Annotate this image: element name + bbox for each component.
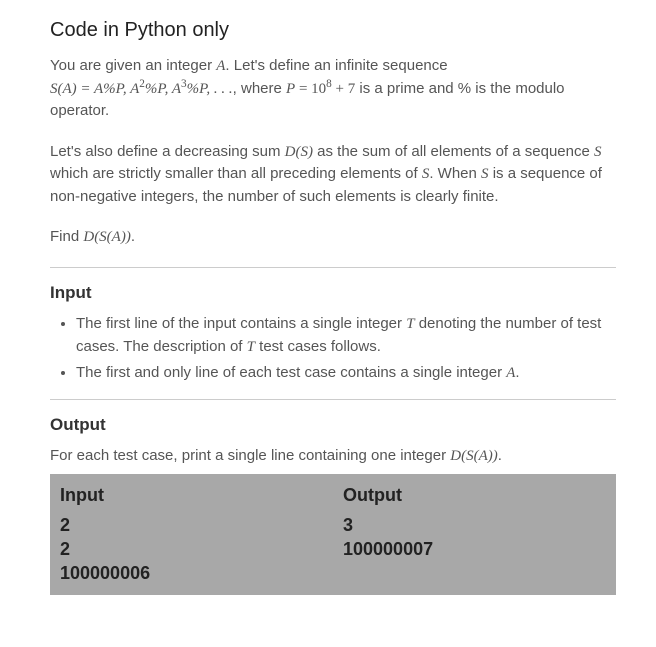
eq: = 10 — [295, 81, 326, 97]
text: which are strictly smaller than all prec… — [50, 165, 422, 182]
sample-io-block: Input 2 2 100000006 Output 3 100000007 — [50, 474, 616, 596]
sample-input-line: 2 — [60, 537, 323, 561]
seq-term: %P, . . . — [187, 81, 233, 97]
seq-term: A%P, A — [94, 81, 139, 97]
text: For each test case, print a single line … — [50, 447, 450, 464]
var-DSA: D(S(A)) — [83, 229, 130, 245]
seq-lhs: S(A) = — [50, 81, 94, 97]
text: test cases follows. — [255, 338, 381, 355]
seq-term: %P, A — [145, 81, 181, 97]
var-S: S — [594, 144, 602, 160]
plus7: + 7 — [332, 81, 355, 97]
page-title: Code in Python only — [50, 15, 616, 45]
text: as the sum of all elements of a sequence — [313, 143, 594, 160]
text: . Let's define an infinite sequence — [225, 57, 447, 74]
divider — [50, 267, 616, 268]
sample-output-line: 3 — [343, 513, 606, 537]
dot: . — [131, 228, 135, 245]
var-P: P — [286, 81, 295, 97]
definition-paragraph: Let's also define a decreasing sum D(S) … — [50, 141, 616, 209]
divider — [50, 399, 616, 400]
text: , where — [233, 80, 286, 97]
text: You are given an integer — [50, 57, 216, 74]
text: Find — [50, 228, 83, 245]
var-DSA: D(S(A)) — [450, 448, 497, 464]
sample-input-line: 100000006 — [60, 561, 323, 585]
list-item: The first line of the input contains a s… — [76, 313, 616, 358]
text: Let's also define a decreasing sum — [50, 143, 285, 160]
input-heading: Input — [50, 280, 616, 306]
var-S: S — [481, 166, 489, 182]
var-T: T — [406, 316, 414, 332]
find-paragraph: Find D(S(A)). — [50, 226, 616, 249]
output-paragraph: For each test case, print a single line … — [50, 445, 616, 468]
sample-output-line: 100000007 — [343, 537, 606, 561]
var-DS: D(S) — [285, 144, 313, 160]
sample-input-column: Input 2 2 100000006 — [50, 474, 333, 596]
sample-input-label: Input — [60, 482, 323, 509]
text: The first and only line of each test cas… — [76, 364, 506, 381]
dot: . — [515, 364, 519, 381]
dot: . — [498, 447, 502, 464]
sample-output-column: Output 3 100000007 — [333, 474, 616, 596]
var-T: T — [247, 339, 255, 355]
sample-output-label: Output — [343, 482, 606, 509]
intro-paragraph: You are given an integer A. Let's define… — [50, 55, 616, 123]
input-list: The first line of the input contains a s… — [50, 313, 616, 385]
text: The first line of the input contains a s… — [76, 315, 406, 332]
sample-input-line: 2 — [60, 513, 323, 537]
list-item: The first and only line of each test cas… — [76, 362, 616, 385]
output-heading: Output — [50, 412, 616, 438]
text: . When — [429, 165, 481, 182]
